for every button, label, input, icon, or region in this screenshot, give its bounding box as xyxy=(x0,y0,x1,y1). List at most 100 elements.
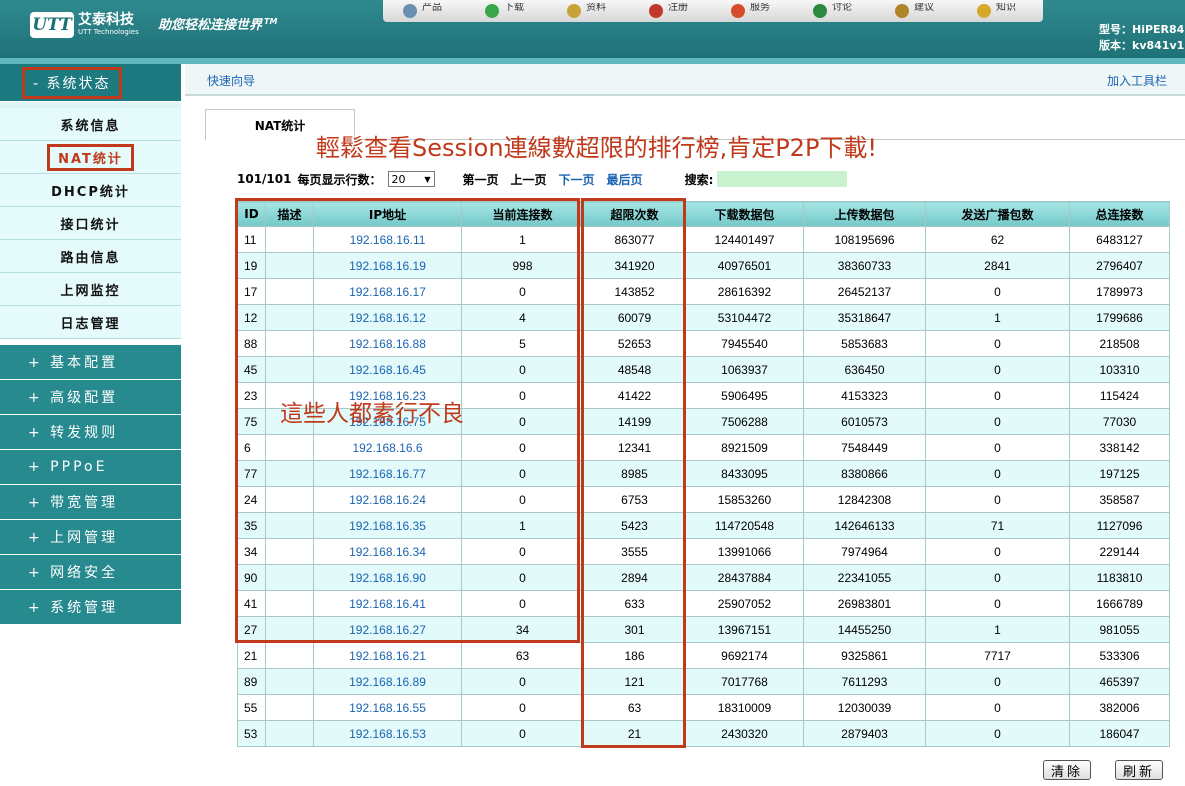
sidebar-group-network-security[interactable]: + 网络安全 xyxy=(0,555,181,590)
cell-over-limit-count: 2894 xyxy=(583,564,686,591)
rows-per-page-select[interactable]: 20 ▼ xyxy=(387,171,435,187)
header-id[interactable]: ID xyxy=(237,201,266,227)
topbar-item-product[interactable]: 产品 xyxy=(383,0,465,22)
sidebar-item-log-management[interactable]: 日志管理 xyxy=(0,306,181,339)
sidebar-group-forwarding-rules[interactable]: + 转发规则 xyxy=(0,415,181,450)
header-description[interactable]: 描述 xyxy=(265,201,314,227)
cell-ip-address[interactable]: 192.168.16.27 xyxy=(313,616,462,643)
cell-ip-address[interactable]: 192.168.16.53 xyxy=(313,720,462,747)
header-broadcast-packets[interactable]: 发送广播包数 xyxy=(925,201,1070,227)
table-row[interactable]: 6 192.168.16.6 0 12341 8921509 7548449 0 338142 xyxy=(237,434,1170,461)
table-row[interactable]: 17 192.168.16.17 0 143852 28616392 26452137 0 1… xyxy=(237,278,1170,305)
topbar-item-suggest[interactable]: 建议 xyxy=(875,0,957,22)
sidebar-group-system-management[interactable]: + 系统管理 xyxy=(0,590,181,625)
header-current-connections[interactable]: 当前连接数 xyxy=(461,201,584,227)
table-row[interactable]: 55 192.168.16.55 0 63 18310009 12030039 0 38200… xyxy=(237,694,1170,721)
next-page-link[interactable]: 下一页 xyxy=(559,171,595,188)
sidebar-item-nat-stats[interactable]: NAT统计 xyxy=(0,141,181,174)
sidebar-item-interface-stats[interactable]: 接口统计 xyxy=(0,207,181,240)
topbar-item-knowledge[interactable]: 知识 xyxy=(957,0,1039,22)
model-line: 型号：HiPER84 xyxy=(1099,23,1185,36)
sidebar-group-basic-config[interactable]: + 基本配置 xyxy=(0,345,181,380)
logo-en: UTT Technologies xyxy=(78,27,139,36)
table-row[interactable]: 34 192.168.16.34 0 3555 13991066 7974964 0 2291… xyxy=(237,538,1170,565)
table-row[interactable]: 89 192.168.16.89 0 121 7017768 7611293 0 465397 xyxy=(237,668,1170,695)
table-row[interactable]: 35 192.168.16.35 1 5423 114720548 142646133 71… xyxy=(237,512,1170,539)
cell-total-connections: 77030 xyxy=(1069,408,1170,435)
cell-over-limit-count: 143852 xyxy=(583,278,686,305)
table-row[interactable]: 24 192.168.16.24 0 6753 15853260 12842308 0 358… xyxy=(237,486,1170,513)
topbar-item-service[interactable]: 服务 xyxy=(711,0,793,22)
table-header-row: ID 描述 IP地址 当前连接数 超限次数 下载数据包 上传数据包 发送广播包数… xyxy=(237,201,1170,227)
logo-cn: 艾泰科技 xyxy=(78,12,134,29)
quick-wizard-link[interactable]: 快速向导 xyxy=(207,72,255,89)
prev-page-link[interactable]: 上一页 xyxy=(511,171,547,188)
cell-current-connections: 0 xyxy=(461,382,584,409)
header-ip-address[interactable]: IP地址 xyxy=(313,201,462,227)
cell-ip-address[interactable]: 192.168.16.35 xyxy=(313,512,462,539)
cell-ip-address[interactable]: 192.168.16.77 xyxy=(313,460,462,487)
cell-ip-address[interactable]: 192.168.16.34 xyxy=(313,538,462,565)
cell-ip-address[interactable]: 192.168.16.41 xyxy=(313,590,462,617)
sidebar-group-advanced-config[interactable]: + 高级配置 xyxy=(0,380,181,415)
cell-ip-address[interactable]: 192.168.16.17 xyxy=(313,278,462,305)
cell-broadcast-packets: 0 xyxy=(925,694,1070,721)
sidebar-group-bandwidth[interactable]: + 带宽管理 xyxy=(0,485,181,520)
refresh-button[interactable]: 刷新 xyxy=(1115,760,1163,780)
sidebar-item-online-monitor[interactable]: 上网监控 xyxy=(0,273,181,306)
cell-upload-packets: 26452137 xyxy=(803,278,926,305)
cell-total-connections: 1183810 xyxy=(1069,564,1170,591)
topbar-item-register[interactable]: 注册 xyxy=(629,0,711,22)
table-row[interactable]: 19 192.168.16.19 998 341920 40976501 38360733… xyxy=(237,252,1170,279)
table-row[interactable]: 11 192.168.16.11 1 863077 124401497 108195696… xyxy=(237,226,1170,253)
search-label: 搜索: xyxy=(684,172,714,187)
table-row[interactable]: 27 192.168.16.27 34 301 13967151 14455250 1 981… xyxy=(237,616,1170,643)
sidebar-group-pppoe[interactable]: + PPPoE xyxy=(0,450,181,485)
table-row[interactable]: 53 192.168.16.53 0 21 2430320 2879403 0 186047 xyxy=(237,720,1170,747)
first-page-link[interactable]: 第一页 xyxy=(463,171,499,188)
cell-ip-address[interactable]: 192.168.16.45 xyxy=(313,356,462,383)
rows-per-page-value: 20 xyxy=(391,172,406,186)
cell-ip-address[interactable]: 192.168.16.21 xyxy=(313,642,462,669)
header-total-connections[interactable]: 总连接数 xyxy=(1069,201,1170,227)
cell-current-connections: 0 xyxy=(461,538,584,565)
cell-ip-address[interactable]: 192.168.16.6 xyxy=(313,434,462,461)
clear-button[interactable]: 清除 xyxy=(1043,760,1091,780)
cell-id: 90 xyxy=(237,564,266,591)
header-upload-packets[interactable]: 上传数据包 xyxy=(803,201,926,227)
cell-ip-address[interactable]: 192.168.16.55 xyxy=(313,694,462,721)
search-input[interactable] xyxy=(717,171,848,187)
cell-ip-address[interactable]: 192.168.16.19 xyxy=(313,252,462,279)
table-row[interactable]: 90 192.168.16.90 0 2894 28437884 22341055 0 118… xyxy=(237,564,1170,591)
cell-over-limit-count: 5423 xyxy=(583,512,686,539)
table-row[interactable]: 88 192.168.16.88 5 52653 7945540 5853683 0 2185… xyxy=(237,330,1170,357)
sidebar-item-system-status[interactable]: - 系统状态 xyxy=(0,64,181,102)
sidebar-item-route-info[interactable]: 路由信息 xyxy=(0,240,181,273)
table-row[interactable]: 41 192.168.16.41 0 633 25907052 26983801 0 1666… xyxy=(237,590,1170,617)
cell-ip-address[interactable]: 192.168.16.12 xyxy=(313,304,462,331)
cell-ip-address[interactable]: 192.168.16.89 xyxy=(313,668,462,695)
cell-download-packets: 40976501 xyxy=(685,252,804,279)
table-row[interactable]: 12 192.168.16.12 4 60079 53104472 35318647 1 17… xyxy=(237,304,1170,331)
sidebar-item-dhcp-stats[interactable]: DHCP统计 xyxy=(0,174,181,207)
cell-ip-address[interactable]: 192.168.16.90 xyxy=(313,564,462,591)
table-row[interactable]: 77 192.168.16.77 0 8985 8433095 8380866 0 19712… xyxy=(237,460,1170,487)
table-row[interactable]: 21 192.168.16.21 63 186 9692174 9325861 7717 53… xyxy=(237,642,1170,669)
last-page-link[interactable]: 最后页 xyxy=(607,171,643,188)
cell-ip-address[interactable]: 192.168.16.11 xyxy=(313,226,462,253)
table-row[interactable]: 45 192.168.16.45 0 48548 1063937 636450 0 10331… xyxy=(237,356,1170,383)
topbar-item-download[interactable]: 下载 xyxy=(465,0,547,22)
cell-broadcast-packets: 1 xyxy=(925,616,1070,643)
sidebar-group-internet-management[interactable]: + 上网管理 xyxy=(0,520,181,555)
cell-broadcast-packets: 0 xyxy=(925,278,1070,305)
header-download-packets[interactable]: 下载数据包 xyxy=(685,201,804,227)
cell-ip-address[interactable]: 192.168.16.88 xyxy=(313,330,462,357)
cell-download-packets: 13967151 xyxy=(685,616,804,643)
topbar-item-docs[interactable]: 资料 xyxy=(547,0,629,22)
add-toolbar-link[interactable]: 加入工具栏 xyxy=(1107,72,1167,89)
header-over-limit-count[interactable]: 超限次数 xyxy=(583,201,686,227)
utt-logo[interactable]: UTT 艾泰科技 UTT Technologies xyxy=(30,8,139,42)
cell-ip-address[interactable]: 192.168.16.24 xyxy=(313,486,462,513)
sidebar-item-system-info[interactable]: 系统信息 xyxy=(0,108,181,141)
topbar-item-discuss[interactable]: 讨论 xyxy=(793,0,875,22)
